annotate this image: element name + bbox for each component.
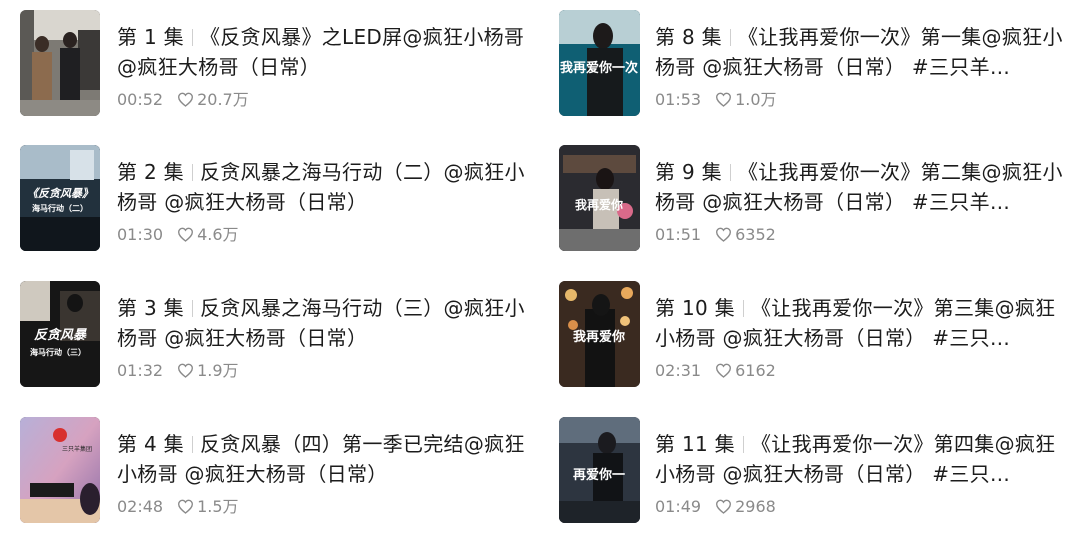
heart-icon	[716, 499, 732, 514]
episode-item-11[interactable]: 再爱你一 第 11 集《让我再爱你一次》第四集@疯狂小杨哥 @疯狂大杨哥（日常）…	[540, 417, 1080, 525]
episode-title[interactable]: 第 9 集《让我再爱你一次》第二集@疯狂小杨哥 @疯狂大杨哥（日常） #三只羊…	[655, 157, 1065, 217]
episode-number: 第 9 集	[655, 160, 722, 184]
thumbnail-title: 再爱你一	[573, 467, 625, 483]
episode-title[interactable]: 第 3 集反贪风暴之海马行动（三）@疯狂小杨哥 @疯狂大杨哥（日常）	[117, 293, 527, 353]
title-separator	[191, 29, 193, 46]
episode-number: 第 3 集	[117, 296, 184, 320]
like-count: 4.6万	[197, 225, 239, 244]
episode-meta: 01:32 1.9万	[117, 360, 239, 382]
thumbnail-image: 我再爱你一次	[559, 10, 640, 116]
like-count: 6162	[735, 361, 776, 380]
thumbnail-subtitle: 海马行动（二）	[32, 203, 88, 213]
episode-meta: 02:48 1.5万	[117, 496, 239, 518]
episode-item-8[interactable]: 我再爱你一次 第 8 集《让我再爱你一次》第一集@疯狂小杨哥 @疯狂大杨哥（日常…	[540, 10, 1080, 118]
thumbnail-subtitle: 海马行动（三）	[30, 347, 86, 357]
thumbnail-title: 我再爱你	[575, 197, 623, 212]
episode-thumbnail[interactable]: 我再爱你一次	[559, 10, 640, 116]
duration: 01:53	[655, 90, 702, 109]
thumbnail-title: 《反贪风暴》	[27, 187, 93, 200]
heart-icon	[716, 363, 732, 378]
title-separator	[742, 300, 744, 317]
episode-meta: 00:52 20.7万	[117, 89, 249, 111]
episode-item-2[interactable]: 《反贪风暴》 海马行动（二） 第 2 集反贪风暴之海马行动（二）@疯狂小杨哥 @…	[0, 145, 540, 253]
episode-number: 第 4 集	[117, 432, 184, 456]
episode-grid: 第 1 集《反贪风暴》之LED屏@疯狂小杨哥 @疯狂大杨哥（日常） 00:52 2…	[0, 0, 1080, 534]
episode-item-4[interactable]: 三只羊集团 第 4 集反贪风暴（四）第一季已完结@疯狂小杨哥 @疯狂大杨哥（日常…	[0, 417, 540, 525]
thumbnail-image: 《反贪风暴》 海马行动（二）	[20, 145, 100, 251]
heart-icon	[178, 499, 194, 514]
heart-icon	[178, 363, 194, 378]
episode-meta: 01:51 6352	[655, 224, 776, 246]
episode-thumbnail[interactable]: 我再爱你	[559, 145, 640, 251]
thumbnail-image: 三只羊集团	[20, 417, 100, 523]
duration: 01:49	[655, 497, 702, 516]
episode-thumbnail[interactable]: 再爱你一	[559, 417, 640, 523]
duration: 00:52	[117, 90, 164, 109]
title-separator	[191, 164, 193, 181]
episode-meta: 01:49 2968	[655, 496, 776, 518]
episode-thumbnail[interactable]: 《反贪风暴》 海马行动（二）	[20, 145, 100, 251]
episode-number: 第 2 集	[117, 160, 184, 184]
heart-icon	[178, 227, 194, 242]
thumbnail-image: 反贪风暴 海马行动（三）	[20, 281, 100, 387]
episode-thumbnail[interactable]: 三只羊集团	[20, 417, 100, 523]
episode-thumbnail[interactable]: 我再爱你	[559, 281, 640, 387]
thumbnail-image: 我再爱你	[559, 145, 640, 251]
duration: 01:32	[117, 361, 164, 380]
episode-item-1[interactable]: 第 1 集《反贪风暴》之LED屏@疯狂小杨哥 @疯狂大杨哥（日常） 00:52 2…	[0, 10, 540, 118]
duration: 01:30	[117, 225, 164, 244]
episode-item-3[interactable]: 反贪风暴 海马行动（三） 第 3 集反贪风暴之海马行动（三）@疯狂小杨哥 @疯狂…	[0, 281, 540, 389]
like-count: 20.7万	[197, 90, 249, 109]
thumbnail-title: 我再爱你	[573, 329, 625, 345]
thumbnail-title: 我再爱你一次	[560, 60, 638, 76]
title-separator	[191, 436, 193, 453]
thumbnail-title: 反贪风暴	[34, 327, 87, 343]
episode-meta: 02:31 6162	[655, 360, 776, 382]
heart-icon	[716, 227, 732, 242]
duration: 02:31	[655, 361, 702, 380]
title-separator	[742, 436, 744, 453]
duration: 01:51	[655, 225, 702, 244]
episode-number: 第 11 集	[655, 432, 735, 456]
thumbnail-title: 三只羊集团	[62, 445, 92, 453]
thumbnail-image: 再爱你一	[559, 417, 640, 523]
like-count: 2968	[735, 497, 776, 516]
title-separator	[729, 164, 731, 181]
episode-item-9[interactable]: 我再爱你 第 9 集《让我再爱你一次》第二集@疯狂小杨哥 @疯狂大杨哥（日常） …	[540, 145, 1080, 253]
episode-number: 第 8 集	[655, 25, 722, 49]
like-count: 6352	[735, 225, 776, 244]
like-count: 1.9万	[197, 361, 239, 380]
title-separator	[729, 29, 731, 46]
duration: 02:48	[117, 497, 164, 516]
episode-thumbnail[interactable]: 反贪风暴 海马行动（三）	[20, 281, 100, 387]
episode-number: 第 1 集	[117, 25, 184, 49]
episode-number: 第 10 集	[655, 296, 735, 320]
like-count: 1.0万	[735, 90, 777, 109]
episode-title[interactable]: 第 8 集《让我再爱你一次》第一集@疯狂小杨哥 @疯狂大杨哥（日常） #三只羊…	[655, 22, 1065, 82]
episode-meta: 01:53 1.0万	[655, 89, 777, 111]
episode-meta: 01:30 4.6万	[117, 224, 239, 246]
like-count: 1.5万	[197, 497, 239, 516]
title-separator	[191, 300, 193, 317]
episode-title[interactable]: 第 11 集《让我再爱你一次》第四集@疯狂小杨哥 @疯狂大杨哥（日常） #三只…	[655, 429, 1065, 489]
heart-icon	[178, 92, 194, 107]
episode-title[interactable]: 第 2 集反贪风暴之海马行动（二）@疯狂小杨哥 @疯狂大杨哥（日常）	[117, 157, 527, 217]
episode-item-10[interactable]: 我再爱你 第 10 集《让我再爱你一次》第三集@疯狂小杨哥 @疯狂大杨哥（日常）…	[540, 281, 1080, 389]
episode-title[interactable]: 第 1 集《反贪风暴》之LED屏@疯狂小杨哥 @疯狂大杨哥（日常）	[117, 22, 527, 82]
heart-icon	[716, 92, 732, 107]
thumbnail-image	[20, 10, 100, 116]
episode-thumbnail[interactable]	[20, 10, 100, 116]
thumbnail-image: 我再爱你	[559, 281, 640, 387]
episode-title[interactable]: 第 4 集反贪风暴（四）第一季已完结@疯狂小杨哥 @疯狂大杨哥（日常）	[117, 429, 527, 489]
episode-title[interactable]: 第 10 集《让我再爱你一次》第三集@疯狂小杨哥 @疯狂大杨哥（日常） #三只…	[655, 293, 1065, 353]
